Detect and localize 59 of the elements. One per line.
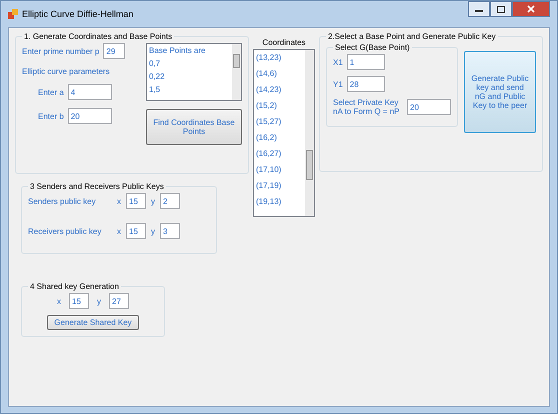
list-title: Coordinates <box>262 38 306 47</box>
field-label: Enter a <box>38 88 64 96</box>
input-field[interactable]: 1 <box>346 54 385 70</box>
list-item[interactable]: (15,2) <box>254 98 305 114</box>
field-label: Receivers public key <box>28 226 102 236</box>
field-label: x <box>57 296 61 306</box>
group-title: Select G(Base Point) <box>334 43 411 52</box>
list-item[interactable]: Base Points are <box>147 44 232 57</box>
field-label: Select Private Key nA to Form Q = nP <box>333 98 400 116</box>
field-label: y <box>151 226 155 236</box>
field-label: Enter prime number p <box>22 46 100 56</box>
input-field[interactable]: 20 <box>407 99 451 115</box>
list-item[interactable]: 0,22 <box>147 70 232 83</box>
generate-public-key-button[interactable]: Generate Public key and send nG and Public Key to the peer <box>464 51 536 133</box>
maximize-button[interactable] <box>490 1 512 17</box>
input-field[interactable]: 27 <box>109 293 129 309</box>
group-title: 2.Select a Base Point and Generate Public Key <box>327 32 497 41</box>
field-label: x <box>117 196 121 206</box>
list-item[interactable]: (16,2) <box>254 130 305 146</box>
input-field[interactable]: 15 <box>126 223 146 239</box>
list-item[interactable]: (14,23) <box>254 82 305 98</box>
input-field[interactable]: 2 <box>160 193 180 209</box>
input-field[interactable]: 4 <box>68 84 112 100</box>
find-coordinates-button[interactable]: Find Coordinates Base Points <box>146 109 242 145</box>
list-item[interactable]: 0,7 <box>147 57 232 70</box>
field-label: Elliptic curve parameters <box>22 67 111 76</box>
list-item[interactable]: 1,5 <box>147 83 232 96</box>
list-item[interactable]: (17,10) <box>254 162 305 178</box>
field-label: Y1 <box>333 80 343 88</box>
group-title: 1. Generate Coordinates and Base Points <box>23 32 174 41</box>
group-title: 4 Shared key Generation <box>29 282 120 291</box>
minimize-button[interactable] <box>468 1 490 17</box>
close-icon <box>527 5 535 13</box>
input-field[interactable]: 15 <box>69 293 89 309</box>
list-item[interactable]: (19,13) <box>254 194 305 210</box>
generate-shared-key-button[interactable]: Generate Shared Key <box>47 315 139 330</box>
field-label: Enter b <box>38 112 64 120</box>
list-item[interactable]: (14,6) <box>254 66 305 82</box>
input-field[interactable]: 3 <box>160 223 180 239</box>
window-title: Elliptic Curve Diffie-Hellman <box>22 9 134 19</box>
field-label: x <box>117 226 121 236</box>
field-label: y <box>97 296 101 306</box>
list-item[interactable]: (17,19) <box>254 178 305 194</box>
list-item[interactable]: (15,27) <box>254 114 305 130</box>
input-field[interactable]: 20 <box>68 108 112 124</box>
input-field[interactable]: 28 <box>346 76 385 92</box>
field-label: Senders public key <box>28 196 97 206</box>
input-field[interactable]: 29 <box>103 43 126 59</box>
input-field[interactable]: 15 <box>126 193 146 209</box>
app-icon <box>8 9 18 19</box>
list-item[interactable]: (13,23) <box>254 50 305 66</box>
close-button[interactable] <box>512 1 550 17</box>
list-item[interactable]: (16,27) <box>254 146 305 162</box>
group-title: 3 Senders and Receivers Public Keys <box>29 182 165 191</box>
field-label: y <box>151 196 155 206</box>
field-label: X1 <box>333 58 343 66</box>
scroll-bar[interactable] <box>305 50 314 216</box>
maximize-icon <box>497 6 505 12</box>
scroll-bar[interactable] <box>232 44 241 100</box>
